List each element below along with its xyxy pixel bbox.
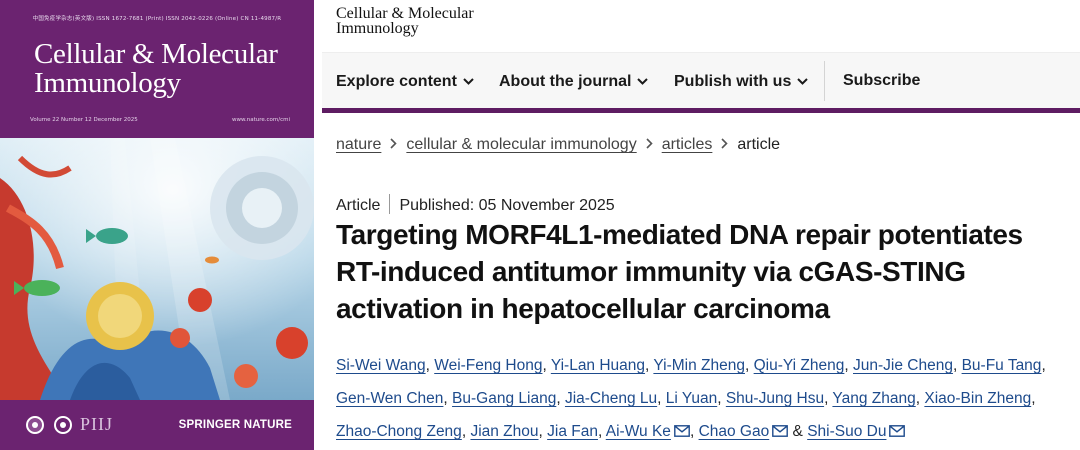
comma: ,	[824, 390, 829, 407]
publisher-logo: SPRINGER NATURE	[178, 419, 292, 431]
brand-line2: Immunology	[336, 20, 419, 37]
cover-issue: Volume 22 Number 12 December 2025	[30, 117, 138, 123]
nav-explore-content[interactable]: Explore content	[336, 72, 474, 91]
title-line: RT-induced antitumor immunity via cGAS-S…	[336, 256, 966, 287]
comma: ,	[425, 357, 430, 374]
ampersand: &	[792, 423, 803, 440]
author-link[interactable]: Xiao-Bin Zheng	[924, 390, 1031, 407]
author-link[interactable]: Qiu-Yi Zheng	[754, 357, 845, 374]
author-row: Gen-Wen Chen, Bu-Gang Liang, Jia-Cheng L…	[336, 382, 1076, 415]
society-seal-icon	[54, 416, 72, 434]
author-row: Zhao-Chong Zeng, Jian Zhou, Jia Fan, Ai-…	[336, 415, 1076, 449]
comma: ,	[689, 423, 695, 440]
mail-icon[interactable]	[674, 416, 690, 449]
nav-divider	[824, 61, 825, 101]
comma: ,	[542, 357, 547, 374]
mail-icon[interactable]	[772, 416, 789, 449]
cover-url: www.nature.com/cmi	[231, 117, 290, 123]
journal-website: Cellular & Molecular Immunology Explore …	[322, 0, 1080, 450]
author-link[interactable]: Yang Zhang	[832, 390, 915, 407]
author-link[interactable]: Yi-Min Zheng	[653, 357, 745, 374]
cover-illustration	[0, 138, 314, 400]
author-list: Si-Wei Wang, Wei-Feng Hong, Yi-Lan Huang…	[336, 349, 1076, 449]
breadcrumb-journal[interactable]: cellular & molecular immunology	[406, 136, 636, 153]
chevron-right-icon	[721, 136, 729, 152]
cover-title-line1: Cellular & Molecular	[34, 38, 278, 70]
author-link[interactable]: Jun-Jie Cheng	[853, 357, 953, 374]
comma: ,	[1031, 390, 1036, 407]
journal-brand-link[interactable]: Cellular & Molecular Immunology	[336, 5, 474, 37]
author-link[interactable]: Shu-Jung Hsu	[726, 390, 824, 407]
society-logo-icon	[26, 416, 44, 434]
cover-issn-line: 中国免疫学杂志(英文版) ISSN 1672-7681 (Print) ISSN…	[32, 16, 282, 22]
partner-logo: PIIJ	[80, 414, 114, 434]
chevron-right-icon	[390, 136, 398, 152]
comma: ,	[645, 357, 650, 374]
nav-label: Explore content	[336, 73, 457, 90]
author-link[interactable]: Bu-Fu Tang	[962, 357, 1042, 374]
comma: ,	[657, 390, 662, 407]
chevron-down-icon	[797, 72, 809, 90]
cover-title: Cellular & Molecular Immunology	[34, 40, 304, 98]
article-type: Article	[336, 197, 381, 214]
nav-subscribe[interactable]: Subscribe	[843, 72, 920, 90]
author-row: Si-Wei Wang, Wei-Feng Hong, Yi-Lan Huang…	[336, 349, 1076, 382]
author-link[interactable]: Bu-Gang Liang	[452, 390, 556, 407]
author-link[interactable]: Wei-Feng Hong	[434, 357, 542, 374]
chevron-down-icon	[637, 72, 649, 90]
comma: ,	[597, 423, 603, 440]
author-link[interactable]: Li Yuan	[666, 390, 717, 407]
nav-label: Publish with us	[674, 73, 792, 90]
mail-icon[interactable]	[889, 416, 906, 449]
comma: ,	[538, 423, 543, 440]
comma: ,	[952, 357, 958, 374]
nav-label: Subscribe	[843, 72, 921, 89]
cover-issue-info: Volume 22 Number 12 December 2025 www.na…	[30, 117, 290, 123]
author-link[interactable]: Gen-Wen Chen	[336, 390, 443, 407]
main-nav: Explore content About the journal Publis…	[322, 52, 1080, 108]
comma: ,	[1041, 357, 1046, 374]
title-line: activation in hepatocellular carcinoma	[336, 293, 830, 324]
author-link[interactable]: Yi-Lan Huang	[551, 357, 645, 374]
comma: ,	[556, 390, 561, 407]
author-link[interactable]: Ai-Wu Ke	[606, 423, 671, 440]
author-link[interactable]: Chao Gao	[699, 423, 770, 440]
chevron-down-icon	[463, 72, 474, 90]
breadcrumb-nature[interactable]: nature	[336, 136, 381, 153]
comma: ,	[717, 390, 722, 407]
author-link[interactable]: Jian Zhou	[470, 423, 538, 440]
breadcrumb-articles[interactable]: articles	[662, 136, 713, 153]
author-link[interactable]: Jia Fan	[547, 423, 598, 440]
meta-divider	[389, 194, 391, 214]
cover-title-line2: Immunology	[34, 67, 181, 99]
nav-label: About the journal	[499, 73, 632, 90]
breadcrumb: nature cellular & molecular immunology art…	[336, 136, 780, 154]
author-link[interactable]: Jia-Cheng Lu	[565, 390, 657, 407]
comma: ,	[745, 357, 750, 374]
publish-date: Published: 05 November 2025	[399, 197, 615, 214]
nav-about-journal[interactable]: About the journal	[499, 72, 649, 91]
journal-cover: 中国免疫学杂志(英文版) ISSN 1672-7681 (Print) ISSN…	[0, 0, 314, 450]
title-line: Targeting MORF4L1-mediated DNA repair po…	[336, 219, 1023, 250]
nav-publish-with-us[interactable]: Publish with us	[674, 72, 809, 91]
article-meta: Article Published: 05 November 2025	[336, 194, 615, 215]
breadcrumb-current: article	[737, 136, 781, 153]
author-link[interactable]: Si-Wei Wang	[336, 357, 426, 374]
comma: ,	[915, 390, 921, 407]
article-title: Targeting MORF4L1-mediated DNA repair po…	[336, 216, 1066, 327]
brand-line1: Cellular & Molecular	[336, 5, 474, 22]
comma: ,	[461, 423, 467, 440]
chevron-right-icon	[646, 136, 653, 152]
comma: ,	[443, 390, 448, 407]
author-link[interactable]: Shi-Suo Du	[807, 423, 886, 440]
accent-bar	[322, 108, 1080, 113]
author-link[interactable]: Zhao-Chong Zeng	[336, 423, 462, 440]
cover-footer: PIIJ SPRINGER NATURE	[0, 400, 314, 450]
comma: ,	[844, 357, 849, 374]
